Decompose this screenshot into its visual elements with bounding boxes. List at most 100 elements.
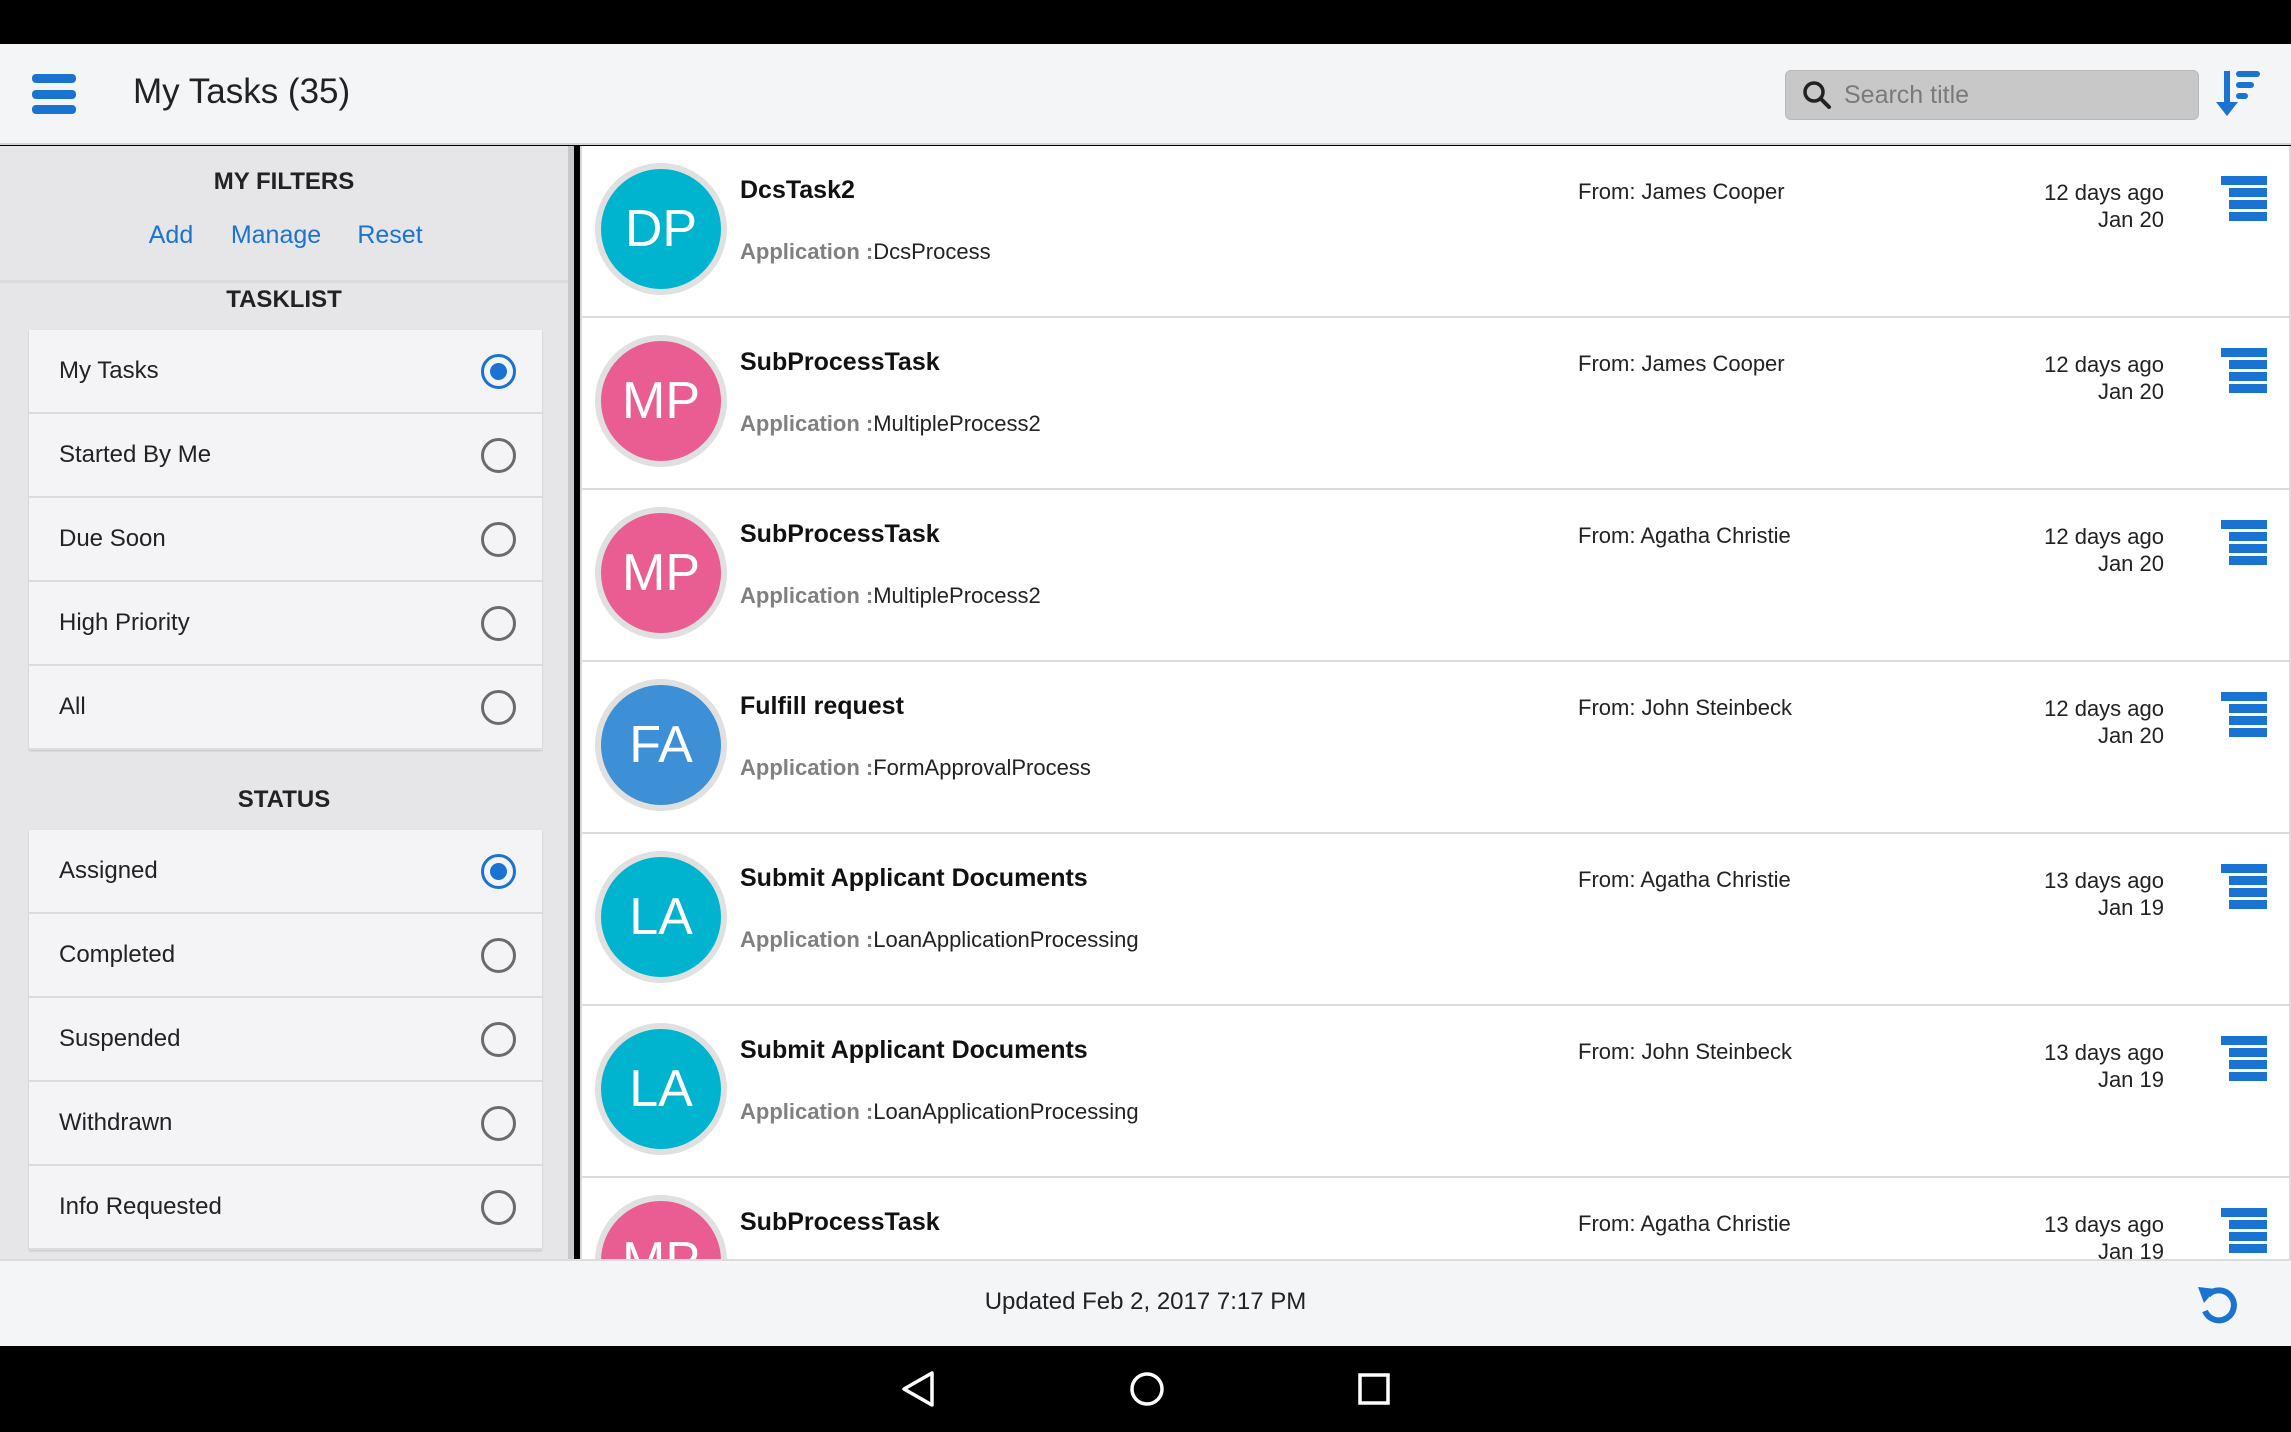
refresh-icon[interactable] (2196, 1281, 2242, 1325)
task-row[interactable]: MP SubProcessTask Application :MultiplePro… (582, 490, 2291, 662)
task-menu-icon[interactable] (2221, 864, 2267, 909)
task-menu-icon[interactable] (2221, 692, 2267, 737)
avatar: LA (595, 1023, 727, 1155)
task-row[interactable]: FA Fulfill request Application :FormApprov… (582, 662, 2291, 834)
manage-filters-link[interactable]: Manage (231, 221, 321, 250)
radio-button[interactable] (481, 606, 516, 641)
add-filter-link[interactable]: Add (149, 221, 193, 250)
task-title: Submit Applicant Documents (740, 1036, 1088, 1064)
radio-button[interactable] (481, 438, 516, 473)
recents-icon[interactable] (1357, 1370, 1391, 1408)
task-from: From: James Cooper (1578, 351, 1785, 376)
task-date: Jan 20 (2097, 207, 2164, 232)
option-label: All (59, 693, 86, 720)
tasklist-option[interactable]: High Priority (29, 582, 542, 666)
radio-button[interactable] (481, 690, 516, 725)
option-label: Due Soon (59, 525, 166, 552)
tasklist-option[interactable]: Started By Me (29, 414, 542, 498)
task-row[interactable]: DP DcsTask2 Application :DcsProcess From: J… (582, 146, 2291, 318)
status-option[interactable]: Suspended (29, 998, 542, 1082)
task-date: Jan 19 (2097, 895, 2164, 920)
tasklist-option[interactable]: All (29, 666, 542, 750)
task-menu-icon[interactable] (2221, 1208, 2267, 1253)
status-bar (0, 0, 2291, 44)
sort-descending-icon[interactable] (2216, 68, 2264, 120)
android-nav-bar (0, 1346, 2291, 1432)
radio-button[interactable] (481, 1022, 516, 1057)
avatar: DP (595, 163, 727, 295)
task-title: DcsTask2 (740, 176, 855, 204)
task-row[interactable]: MP SubProcessTask From: Agatha Christie 13 … (582, 1178, 2291, 1259)
task-application: Application :LoanApplicationProcessing (740, 927, 1139, 953)
hamburger-icon[interactable] (32, 74, 76, 114)
task-menu-icon[interactable] (2221, 520, 2267, 565)
application-name: DcsProcess (873, 239, 991, 264)
task-row[interactable]: LA Submit Applicant Documents Application … (582, 1006, 2291, 1178)
option-label: Started By Me (59, 441, 212, 468)
radio-button[interactable] (481, 522, 516, 557)
option-label: High Priority (59, 609, 190, 636)
task-date: Jan 20 (2097, 379, 2164, 404)
task-from: From: Agatha Christie (1578, 523, 1791, 548)
radio-button[interactable] (481, 854, 516, 889)
my-filters-heading: MY FILTERS (213, 168, 355, 195)
option-label: My Tasks (59, 357, 159, 384)
task-application: Application :MultipleProcess2 (740, 583, 1041, 609)
application-label: Application : (740, 239, 874, 264)
task-menu-icon[interactable] (2221, 1036, 2267, 1081)
application-name: MultipleProcess2 (873, 583, 1041, 608)
application-label: Application : (740, 927, 874, 952)
status-options: Assigned Completed Suspended Withdrawn Info … (29, 830, 542, 1250)
option-label: Completed (59, 941, 176, 968)
app-header: My Tasks (35) (0, 44, 2291, 145)
radio-button[interactable] (481, 1106, 516, 1141)
task-menu-icon[interactable] (2221, 176, 2267, 221)
status-option[interactable]: Withdrawn (29, 1082, 542, 1166)
radio-button[interactable] (481, 1190, 516, 1225)
radio-button[interactable] (481, 354, 516, 389)
task-from: From: Agatha Christie (1578, 1211, 1791, 1236)
home-icon[interactable] (1128, 1370, 1166, 1408)
divider (0, 280, 568, 283)
status-option[interactable]: Info Requested (29, 1166, 542, 1250)
task-date: Jan 20 (2097, 551, 2164, 576)
application-name: FormApprovalProcess (873, 755, 1091, 780)
task-list: DP DcsTask2 Application :DcsProcess From: J… (580, 146, 2291, 1259)
search-input[interactable] (1844, 80, 2174, 110)
avatar: MP (595, 507, 727, 639)
application-label: Application : (740, 755, 874, 780)
task-row[interactable]: MP SubProcessTask Application :MultiplePro… (582, 318, 2291, 490)
task-time: 12 days ago Jan 20 (2044, 351, 2164, 405)
task-title: Fulfill request (740, 692, 904, 720)
footer: Updated Feb 2, 2017 7:17 PM (0, 1259, 2291, 1346)
tasklist-options: My Tasks Started By Me Due Soon High Priori… (29, 330, 542, 750)
reset-filters-link[interactable]: Reset (357, 221, 422, 250)
application-name: LoanApplicationProcessing (873, 1099, 1139, 1124)
back-icon[interactable] (900, 1370, 936, 1408)
task-menu-icon[interactable] (2221, 348, 2267, 393)
option-label: Withdrawn (59, 1109, 173, 1136)
time-ago: 13 days ago (2044, 1040, 2164, 1065)
status-option[interactable]: Assigned (29, 830, 542, 914)
task-time: 12 days ago Jan 20 (2044, 695, 2164, 749)
task-row[interactable]: LA Submit Applicant Documents Application … (582, 834, 2291, 1006)
task-date: Jan 19 (2097, 1067, 2164, 1092)
tasklist-option[interactable]: My Tasks (29, 330, 542, 414)
status-option[interactable]: Completed (29, 914, 542, 998)
task-from: From: James Cooper (1578, 179, 1785, 204)
task-time: 13 days ago Jan 19 (2044, 1039, 2164, 1093)
radio-button[interactable] (481, 938, 516, 973)
tasklist-option[interactable]: Due Soon (29, 498, 542, 582)
search-box[interactable] (1785, 70, 2199, 120)
application-label: Application : (740, 583, 874, 608)
option-label: Suspended (59, 1025, 181, 1052)
task-time: 12 days ago Jan 20 (2044, 523, 2164, 577)
task-time: 13 days ago Jan 19 (2044, 1211, 2164, 1259)
application-label: Application : (740, 411, 874, 436)
time-ago: 12 days ago (2044, 180, 2164, 205)
task-from: From: John Steinbeck (1578, 1039, 1792, 1064)
tasklist-heading: TASKLIST (226, 286, 342, 313)
task-from: From: John Steinbeck (1578, 695, 1792, 720)
status-heading: STATUS (237, 786, 331, 813)
option-label: Info Requested (59, 1193, 222, 1220)
